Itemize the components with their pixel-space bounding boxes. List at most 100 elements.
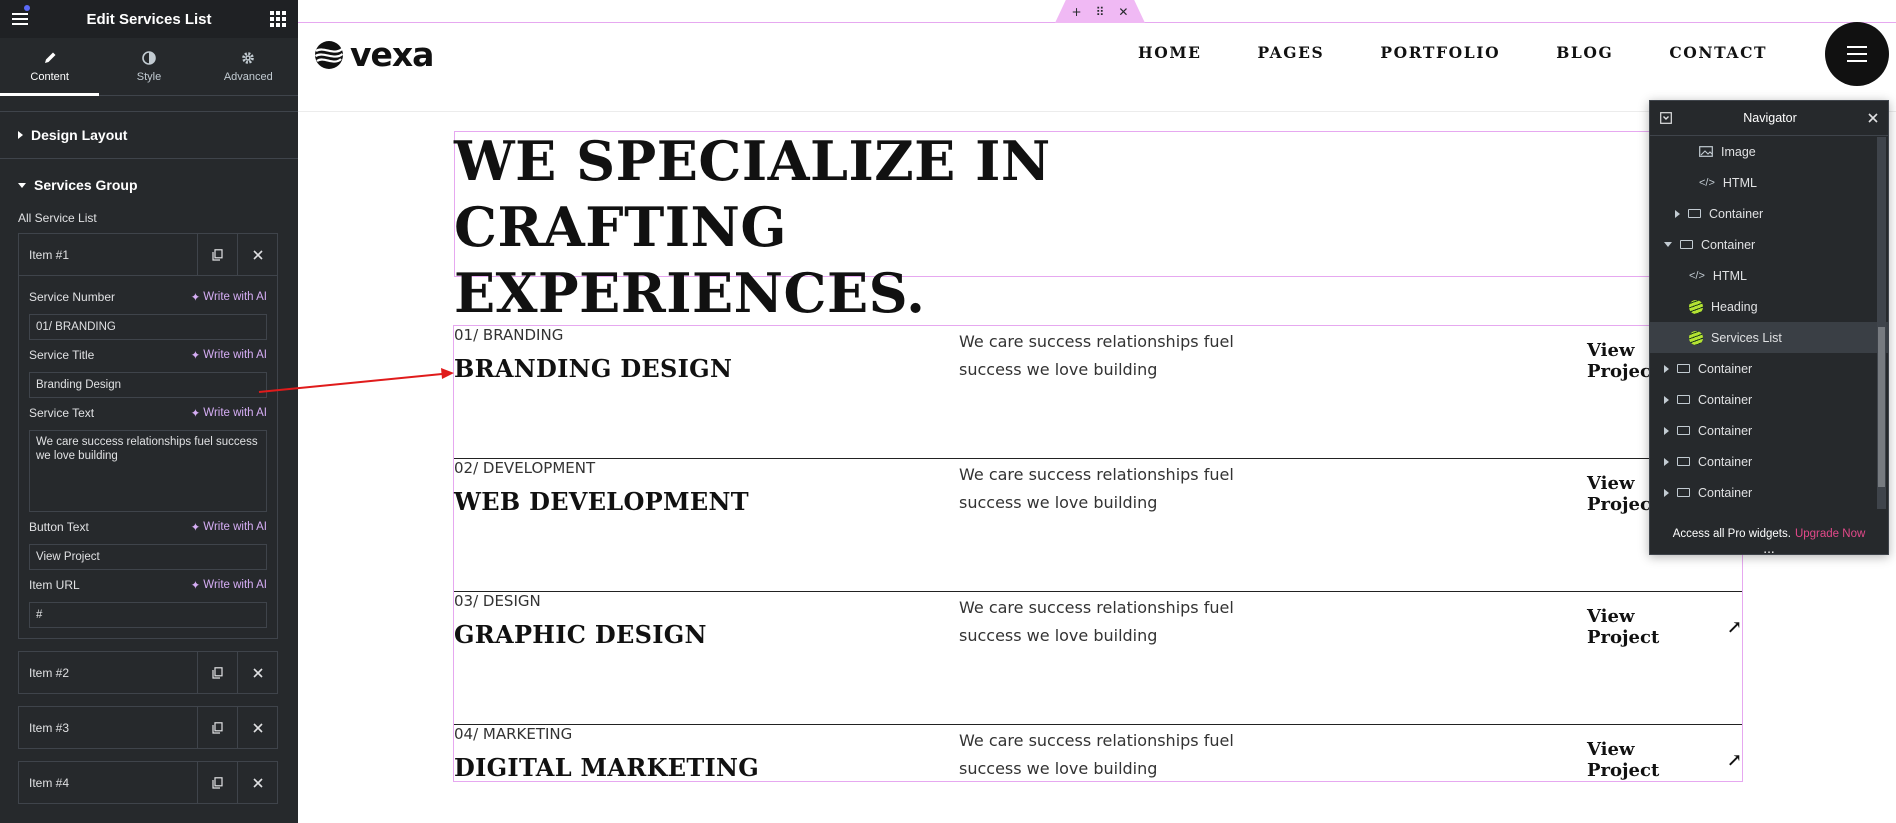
container-icon: [1688, 209, 1701, 218]
panel-title: Edit Services List: [86, 10, 212, 28]
service-number: 01/ BRANDING: [454, 326, 564, 344]
service-number-input[interactable]: 01/ BRANDING: [29, 314, 267, 340]
arrow-up-right-icon: ↗: [1726, 749, 1742, 771]
service-text-textarea[interactable]: We care success relationships fuel succe…: [29, 430, 267, 512]
duplicate-icon: [212, 666, 223, 679]
nav-tree-item[interactable]: Container: [1650, 384, 1888, 415]
contrast-icon: [142, 50, 156, 65]
write-with-ai-button[interactable]: ✦ Write with AI: [191, 406, 267, 420]
nav-tree-item[interactable]: Container: [1650, 229, 1888, 260]
duplicate-button[interactable]: [197, 234, 237, 275]
service-text-label: Service Text: [29, 406, 95, 420]
caret-right-icon[interactable]: [1664, 457, 1669, 466]
nav-tree-item[interactable]: Heading: [1650, 291, 1888, 322]
caret-right-icon: [18, 131, 23, 139]
widgets-grid-icon[interactable]: [270, 11, 286, 27]
nav-tree-item[interactable]: Container: [1650, 353, 1888, 384]
nav-pages[interactable]: PAGES: [1258, 43, 1325, 62]
write-with-ai-button[interactable]: ✦ Write with AI: [191, 520, 267, 534]
nav-tree-item[interactable]: Container: [1650, 446, 1888, 477]
caret-right-icon[interactable]: [1675, 209, 1680, 218]
write-with-ai-button[interactable]: ✦ Write with AI: [191, 290, 267, 304]
sparkle-icon: ✦: [190, 292, 201, 304]
upgrade-now-link[interactable]: Upgrade Now: [1795, 528, 1865, 540]
navigator-resize-handle[interactable]: ...: [1650, 543, 1888, 555]
repeater-item-1: Item #1 Service Number ✦ Write with AI 01…: [18, 233, 278, 639]
duplicate-button[interactable]: [197, 762, 237, 803]
scrollbar-thumb[interactable]: [1878, 327, 1885, 487]
nav-tree-item[interactable]: Container: [1650, 477, 1888, 508]
caret-down-icon: [18, 182, 26, 188]
add-icon[interactable]: +: [1072, 5, 1082, 19]
item-url-label: Item URL: [29, 578, 80, 592]
button-text-row: Button Text ✦ Write with AI: [29, 518, 267, 536]
code-icon: </>: [1699, 176, 1715, 189]
hamburger-menu-icon[interactable]: [12, 13, 28, 25]
nav-tree-label: Container: [1701, 237, 1756, 252]
remove-button[interactable]: [237, 707, 277, 748]
service-title-input[interactable]: Branding Design: [29, 372, 267, 398]
tab-style[interactable]: Style: [99, 38, 198, 95]
repeater-item-2-header[interactable]: Item #2: [19, 652, 277, 693]
view-project-link[interactable]: View Project ↗: [1587, 606, 1742, 648]
remove-button[interactable]: [237, 234, 277, 275]
close-icon[interactable]: ✕: [1118, 5, 1128, 19]
nav-tree-label: Image: [1721, 144, 1756, 159]
main-nav: HOME PAGES PORTFOLIO BLOG CONTACT: [1138, 43, 1767, 62]
tab-content[interactable]: Content: [0, 38, 100, 96]
remove-button[interactable]: [237, 652, 277, 693]
remove-button[interactable]: [237, 762, 277, 803]
nav-tree-item[interactable]: </> HTML: [1650, 260, 1888, 291]
page-headline[interactable]: WE SPECIALIZE IN CRAFTING EXPERIENCES.: [454, 128, 1374, 326]
caret-right-icon[interactable]: [1664, 364, 1669, 373]
collapse-all-icon[interactable]: [1660, 112, 1672, 124]
nav-tree-item[interactable]: Container: [1650, 198, 1888, 229]
container-icon: [1677, 426, 1690, 435]
service-title: DIGITAL MARKETING: [454, 753, 760, 782]
navigator-scrollbar[interactable]: [1877, 137, 1886, 509]
nav-tree-label: Heading: [1711, 299, 1758, 314]
caret-right-icon[interactable]: [1664, 395, 1669, 404]
duplicate-button[interactable]: [197, 707, 237, 748]
caret-right-icon[interactable]: [1664, 426, 1669, 435]
write-with-ai-button[interactable]: ✦ Write with AI: [191, 348, 267, 362]
repeater-item-3-header[interactable]: Item #3: [19, 707, 277, 748]
caret-down-icon[interactable]: [1664, 242, 1672, 247]
drag-handle-icon[interactable]: ⠿: [1096, 5, 1105, 19]
nav-tree-item-selected[interactable]: Services List: [1650, 322, 1888, 353]
sparkle-icon: ✦: [190, 350, 201, 362]
nav-tree-item[interactable]: </> HTML: [1650, 167, 1888, 198]
caret-right-icon[interactable]: [1664, 488, 1669, 497]
duplicate-button[interactable]: [197, 652, 237, 693]
site-logo[interactable]: vexa: [314, 35, 434, 74]
close-icon[interactable]: [1868, 113, 1878, 123]
headline-line-1: WE SPECIALIZE IN CRAFTING: [454, 129, 1051, 259]
repeater-item-1-header[interactable]: Item #1: [19, 234, 277, 275]
section-services-group[interactable]: Services Group: [0, 159, 298, 211]
nav-contact[interactable]: CONTACT: [1669, 43, 1767, 62]
notification-dot: [24, 5, 30, 11]
section-design-layout[interactable]: Design Layout: [0, 111, 298, 159]
sparkle-icon: ✦: [190, 580, 201, 592]
menu-bar: [1847, 53, 1867, 55]
close-icon: [252, 249, 263, 260]
repeater-item-label: Item #1: [29, 247, 70, 262]
item-url-input[interactable]: #: [29, 602, 267, 628]
repeater-item-2: Item #2: [18, 651, 278, 694]
nav-tree-label: Container: [1698, 423, 1753, 438]
tab-advanced[interactable]: Advanced: [199, 38, 298, 95]
duplicate-icon: [212, 776, 223, 789]
section-handle[interactable]: + ⠿ ✕: [1055, 0, 1145, 23]
nav-home[interactable]: HOME: [1138, 43, 1202, 62]
nav-blog[interactable]: BLOG: [1556, 43, 1613, 62]
nav-tree-item[interactable]: Image: [1650, 136, 1888, 167]
view-project-link[interactable]: View Project ↗: [1587, 739, 1742, 781]
menu-toggle-button[interactable]: [1825, 22, 1889, 86]
write-with-ai-button[interactable]: ✦ Write with AI: [191, 578, 267, 592]
repeater-item-4-header[interactable]: Item #4: [19, 762, 277, 803]
nav-tree-item[interactable]: Container: [1650, 415, 1888, 446]
nav-portfolio[interactable]: PORTFOLIO: [1380, 43, 1500, 62]
image-icon: [1699, 146, 1713, 157]
button-text-input[interactable]: View Project: [29, 544, 267, 570]
sparkle-icon: ✦: [190, 522, 201, 534]
